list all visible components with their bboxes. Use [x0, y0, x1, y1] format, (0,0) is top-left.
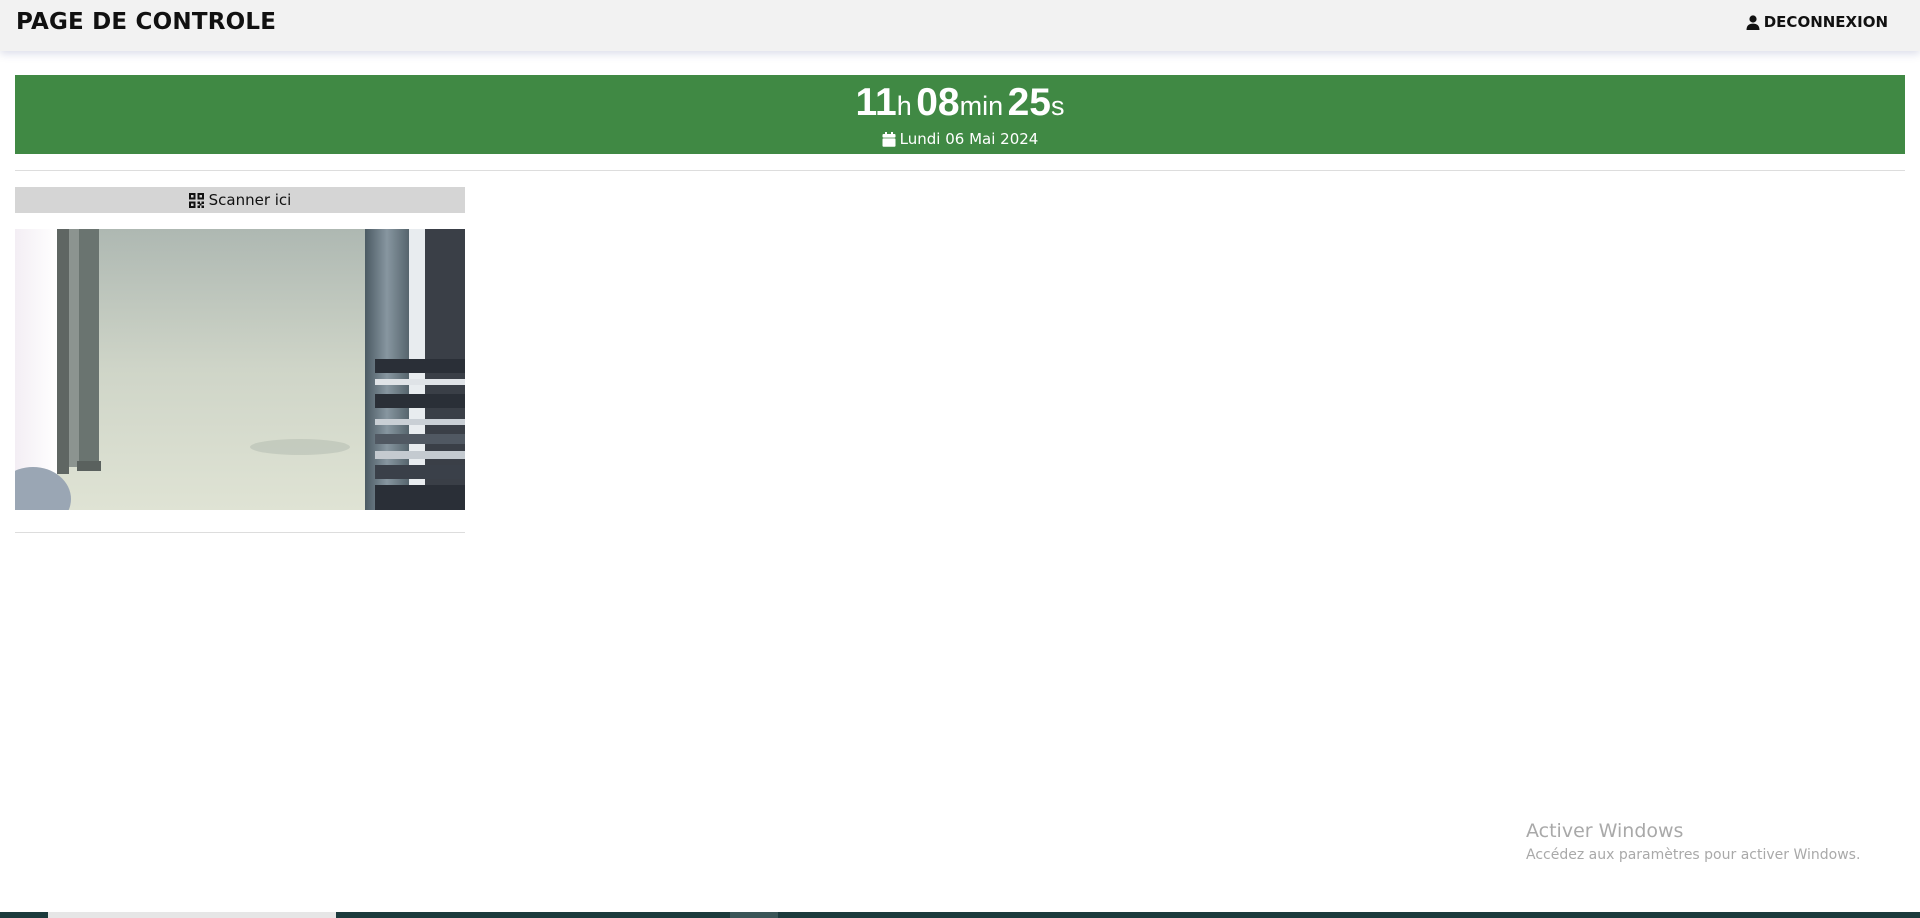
clock-seconds: 25: [1007, 81, 1051, 124]
divider: [15, 532, 465, 533]
camera-feed-image: [15, 229, 465, 510]
clock-hours: 11: [855, 81, 897, 124]
taskbar-item[interactable]: [730, 912, 778, 918]
clock-time: 11h 08min 25s: [15, 81, 1905, 125]
clock-date: Lundi 06 Mai 2024: [899, 130, 1039, 148]
watermark-subtitle: Accédez aux paramètres pour activer Wind…: [1526, 847, 1861, 863]
calendar-icon: [882, 131, 896, 147]
logout-button[interactable]: DECONNEXION: [1746, 13, 1888, 31]
clock-minutes: 08: [916, 81, 960, 124]
windows-activation-watermark: Activer Windows Accédez aux paramètres p…: [1526, 820, 1860, 863]
watermark-title: Activer Windows: [1526, 820, 1684, 842]
clock-hours-unit: h: [896, 91, 912, 121]
clock-minutes-unit: min: [959, 91, 1004, 121]
logout-label: DECONNEXION: [1763, 13, 1888, 31]
camera-preview: [15, 229, 465, 510]
taskbar-item[interactable]: [48, 912, 336, 918]
clock-date-row: Lundi 06 Mai 2024: [15, 130, 1905, 148]
clock-seconds-unit: s: [1050, 91, 1065, 121]
scanner-button-label: Scanner ici: [208, 191, 292, 209]
divider: [15, 170, 1905, 171]
taskbar: [0, 912, 1920, 918]
clock-banner: 11h 08min 25s Lundi 06 Mai 2024: [15, 75, 1905, 154]
top-navbar: PAGE DE CONTROLE DECONNEXION: [0, 0, 1920, 51]
scanner-button[interactable]: Scanner ici: [15, 187, 465, 213]
qrcode-icon: [188, 192, 204, 208]
page-title: PAGE DE CONTROLE: [16, 9, 277, 35]
user-icon: [1746, 14, 1760, 30]
